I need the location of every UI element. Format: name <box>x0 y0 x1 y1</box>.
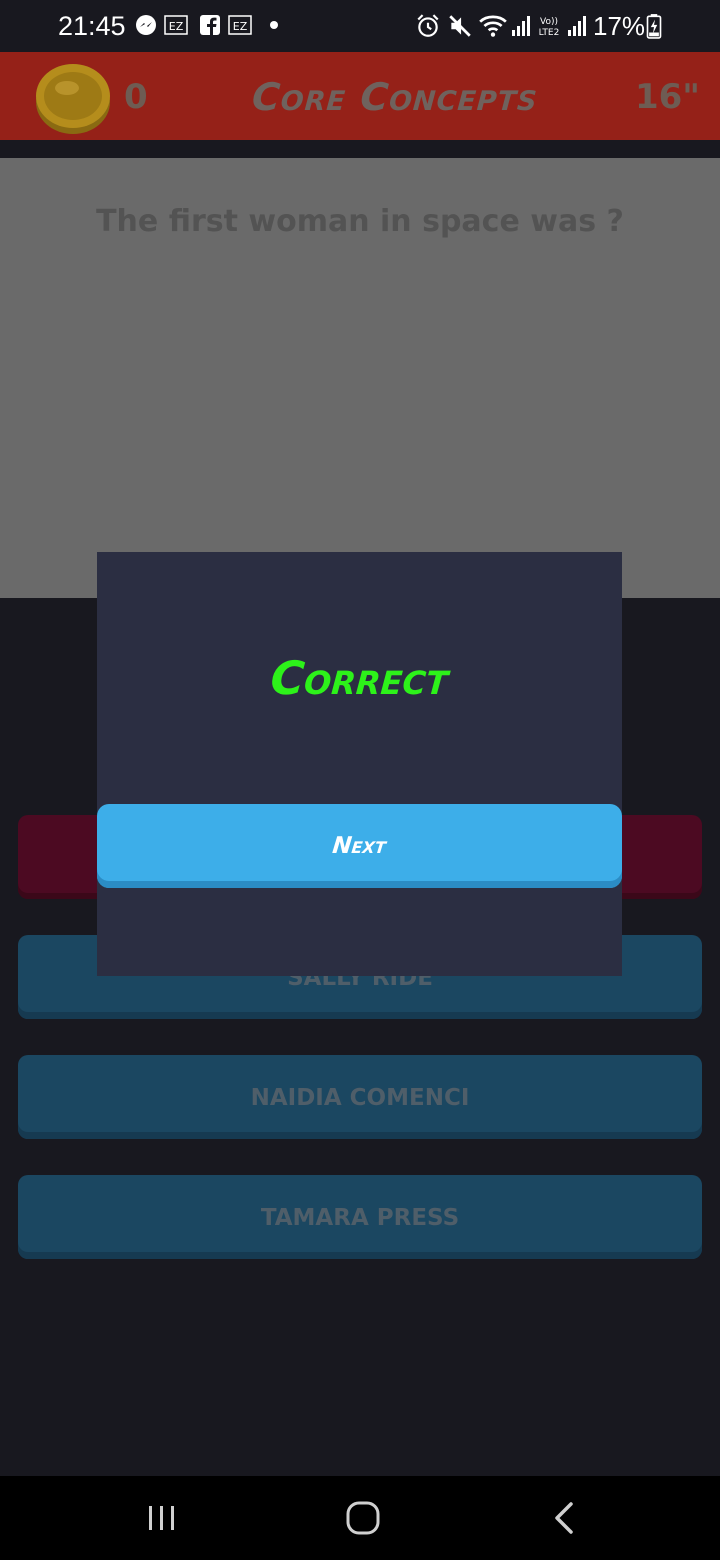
result-title: Correct <box>268 651 451 705</box>
mute-icon <box>449 15 471 37</box>
answer-label: NAIDIA COMENCI <box>250 1085 470 1111</box>
svg-text:EZ: EZ <box>233 20 248 33</box>
svg-text:EZ: EZ <box>169 20 184 33</box>
navigation-bar <box>0 1476 720 1560</box>
dot-icon <box>270 21 278 29</box>
next-button-label: Next <box>331 833 388 859</box>
volte-icon: Vo)) LTE2 <box>539 17 560 38</box>
battery-charging-icon <box>646 14 662 39</box>
battery-percent: 17% <box>593 11 646 41</box>
ez-icon: EZ <box>164 15 188 35</box>
facebook-icon <box>200 15 220 35</box>
coin-count: 0 <box>124 77 148 117</box>
category-title: Core Concepts <box>250 75 540 119</box>
answer-label: TAMARA PRESS <box>260 1205 460 1231</box>
next-button[interactable]: Next <box>97 804 622 888</box>
alarm-icon <box>417 14 439 37</box>
back-icon[interactable] <box>543 1498 587 1538</box>
svg-text:Vo)): Vo)) <box>540 17 558 27</box>
signal-icon <box>512 16 530 36</box>
svg-text:LTE2: LTE2 <box>539 28 560 38</box>
result-dialog: Correct Next <box>97 552 622 976</box>
status-time: 21:45 <box>58 11 126 41</box>
answer-option-4[interactable]: TAMARA PRESS <box>18 1175 702 1259</box>
answer-option-3[interactable]: NAIDIA COMENCI <box>18 1055 702 1139</box>
home-icon[interactable] <box>341 1498 385 1538</box>
signal-icon <box>568 16 586 36</box>
question-text: The first woman in space was ? <box>96 204 624 239</box>
question-panel: The first woman in space was ? <box>0 158 720 598</box>
ez-icon: EZ <box>228 15 252 35</box>
wifi-icon <box>479 15 507 37</box>
recent-apps-icon[interactable] <box>140 1498 184 1538</box>
game-header: 0 Core Concepts 16" <box>0 52 720 140</box>
messenger-icon <box>136 15 156 35</box>
coin-icon <box>36 64 110 134</box>
status-bar: 21:45 EZ EZ Vo)) LTE2 17% <box>0 0 720 52</box>
timer: 16" <box>634 77 700 117</box>
